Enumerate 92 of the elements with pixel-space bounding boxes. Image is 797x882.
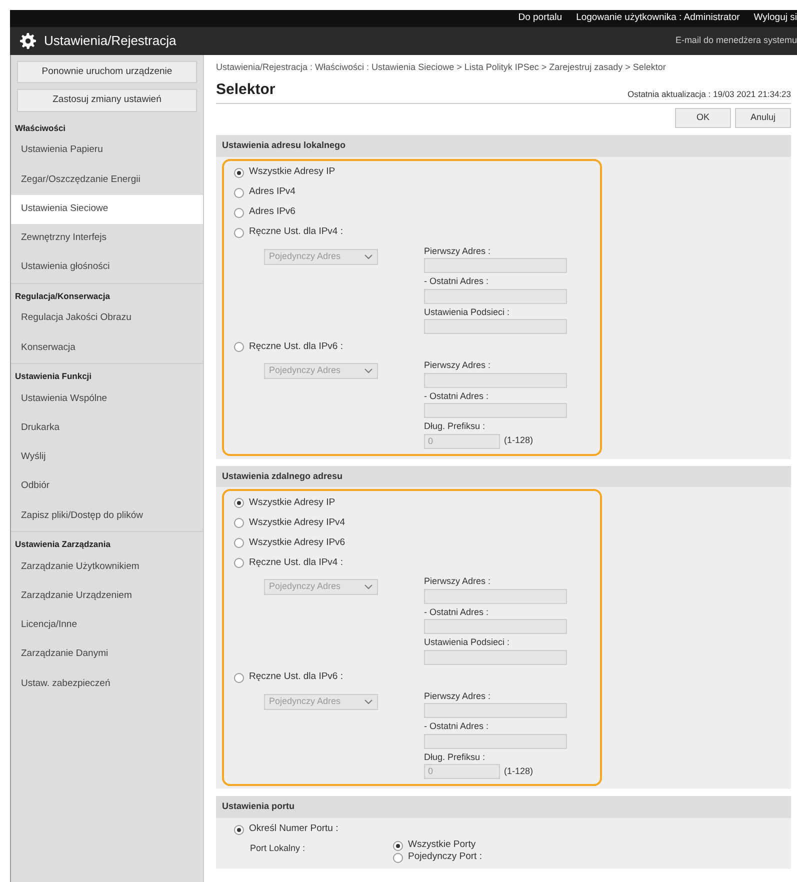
action-button[interactable]: Anuluj — [735, 108, 791, 128]
radio-button[interactable] — [234, 538, 244, 548]
radio-button[interactable] — [234, 558, 244, 568]
radio-button[interactable] — [234, 498, 244, 508]
action-button[interactable]: OK — [675, 108, 731, 128]
field-label: Pierwszy Adres : — [424, 244, 492, 258]
input-field[interactable] — [424, 703, 567, 718]
chevron-icon — [364, 584, 373, 590]
input-field[interactable] — [424, 403, 567, 418]
field-label: - Ostatni Adres : — [424, 606, 490, 618]
port-label: Port Lokalny : — [250, 842, 306, 855]
radio-button[interactable] — [234, 342, 244, 352]
sidebar-item[interactable]: Ustawienia głośności — [11, 253, 203, 282]
top-link[interactable]: Do portalu — [518, 11, 562, 26]
chevron-icon — [364, 698, 373, 704]
sidebar-item[interactable]: Zarządzanie Użytkownikiem — [11, 552, 203, 582]
field-label: Ustawienia Podsieci : — [424, 306, 511, 318]
option-label: Adres IPv6 — [249, 205, 296, 220]
field-label: Ustawienia Podsieci : — [424, 636, 511, 649]
radio-button[interactable] — [234, 824, 244, 834]
option-label: Ręczne Ust. dla IPv4 : — [249, 225, 343, 240]
field-label: - Ostatni Adres : — [424, 720, 490, 733]
input-field[interactable] — [424, 734, 567, 748]
range-hint: (1-128) — [504, 764, 534, 778]
section-title: Ustawienia portu — [216, 796, 791, 818]
sidebar-item[interactable]: Ustawienia Papieru — [11, 136, 203, 166]
field-label: Pierwszy Adres : — [424, 690, 492, 703]
email-link[interactable]: E-mail do menedżera systemu — [675, 34, 797, 48]
sidebar-button[interactable]: Ponownie uruchom urządzenie — [17, 61, 197, 84]
radio-button[interactable] — [234, 518, 244, 528]
section-title: Ustawienia adresu lokalnego — [216, 135, 791, 156]
sidebar-item[interactable]: Ustaw. zabezpieczeń — [11, 670, 203, 699]
option-label: Adres IPv4 — [249, 185, 296, 200]
sidebar-item[interactable]: Drukarka — [11, 414, 203, 443]
sidebar-group-title: Właściwości — [14, 122, 67, 134]
field-label: - Ostatni Adres : — [424, 390, 490, 402]
radio-button[interactable] — [393, 840, 404, 850]
section-title: Ustawienia zdalnego adresu — [216, 466, 791, 487]
option-label: Ręczne Ust. dla IPv4 : — [249, 556, 343, 570]
sidebar-group-title: Regulacja/Konserwacja — [11, 282, 203, 304]
input-field[interactable] — [424, 588, 567, 604]
field-label: Pierwszy Adres : — [424, 575, 492, 588]
sidebar-group-title: Ustawienia Funkcji — [11, 362, 203, 384]
field-label: - Ostatni Adres : — [424, 275, 490, 288]
radio-button[interactable] — [234, 188, 244, 198]
field-label: Dług. Prefiksu : — [424, 750, 486, 764]
radio-button[interactable] — [234, 228, 244, 238]
option-label: Wszystkie Adresy IPv4 — [249, 516, 346, 530]
sidebar-item[interactable]: Wyślij — [11, 443, 203, 472]
option-label: Ręczne Ust. dla IPv6 : — [249, 670, 343, 684]
sidebar-item[interactable]: Odbiór — [11, 472, 203, 502]
option-label: Wszystkie Adresy IP — [249, 165, 336, 180]
field-label: Pierwszy Adres : — [424, 359, 492, 372]
option-label: Wszystkie Adresy IPv6 — [249, 536, 346, 550]
sidebar-item[interactable]: Zewnętrzny Interfejs — [11, 224, 203, 254]
chevron-icon — [364, 368, 373, 374]
top-link[interactable]: Logowanie użytkownika : Administrator — [576, 11, 740, 26]
option-label: Pojedynczy Port : — [408, 850, 482, 864]
breadcrumb: Ustawienia/Rejestracja : Właściwości : Ustawienia Sieciowe > Lista Polityk IPSec > Zarejestruj zasady > Selektor — [216, 61, 667, 74]
input-field[interactable] — [424, 319, 567, 334]
option-label: Ręczne Ust. dla IPv6 : — [249, 340, 343, 354]
sidebar-item[interactable]: Regulacja Jakości Obrazu — [11, 304, 203, 334]
chevron-icon — [364, 254, 373, 260]
sidebar-item[interactable]: Zapisz pliki/Dostęp do plików — [11, 502, 203, 531]
sidebar-item[interactable]: Ustawienia Sieciowe — [11, 194, 203, 224]
top-link[interactable]: Wyloguj si — [754, 11, 797, 26]
sidebar-button[interactable]: Zastosuj zmiany ustawień — [17, 89, 197, 112]
option-label: Wszystkie Adresy IP — [249, 496, 336, 510]
sidebar-item[interactable]: Zarządzanie Danymi — [11, 640, 203, 670]
input-field[interactable] — [424, 650, 567, 664]
input-field[interactable] — [424, 372, 567, 388]
sidebar-item[interactable]: Licencja/Inne — [11, 611, 203, 640]
option-label: Określ Numer Portu : — [249, 822, 338, 836]
field-label: Dług. Prefiksu : — [424, 420, 486, 433]
sidebar-item[interactable]: Zegar/Oszczędzanie Energii — [11, 166, 203, 195]
range-hint: (1-128) — [504, 434, 534, 448]
input-field[interactable] — [424, 619, 567, 634]
sidebar-item[interactable]: Zarządzanie Urządzeniem — [11, 582, 203, 611]
radio-button[interactable] — [234, 168, 244, 178]
radio-button[interactable] — [234, 208, 244, 218]
sidebar-item[interactable]: Konserwacja — [11, 334, 203, 363]
header-title: Ustawienia/Rejestracja — [44, 32, 176, 50]
radio-button[interactable] — [393, 852, 404, 862]
gear-icon — [20, 33, 36, 49]
sidebar-item[interactable]: Ustawienia Wspólne — [11, 384, 203, 414]
last-update-text: Ostatnia aktualizacja : 19/03 2021 21:34:23 — [627, 88, 791, 101]
radio-button[interactable] — [234, 672, 244, 682]
input-field[interactable] — [424, 288, 567, 304]
page-title: Selektor — [216, 80, 276, 100]
input-field[interactable] — [424, 258, 567, 273]
sidebar-group-title: Ustawienia Zarządzania — [11, 530, 203, 552]
option-label: Wszystkie Porty — [408, 838, 476, 852]
